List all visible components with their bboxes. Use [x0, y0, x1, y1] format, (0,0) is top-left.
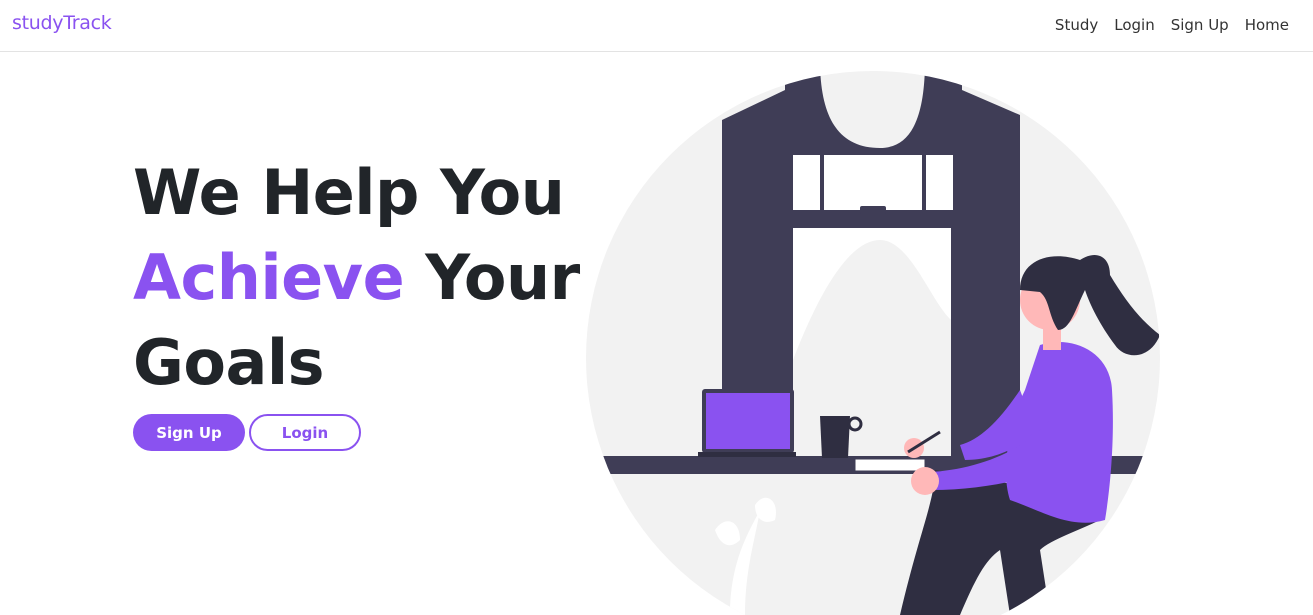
- window-latch: [860, 206, 886, 214]
- brand-logo[interactable]: studyTrack: [12, 12, 112, 34]
- window-upper-pane: [793, 155, 953, 210]
- woman-studying-illustration: [586, 71, 1160, 615]
- navbar: studyTrack Study Login Sign Up Home: [0, 0, 1313, 52]
- nav-link-home[interactable]: Home: [1245, 16, 1289, 34]
- mug-icon: [820, 416, 850, 458]
- hero-heading: We Help You Achieve Your Goals: [133, 150, 580, 405]
- login-button[interactable]: Login: [249, 414, 361, 451]
- paper: [854, 458, 926, 472]
- nav-links: Study Login Sign Up Home: [1055, 16, 1289, 34]
- nav-link-signup[interactable]: Sign Up: [1171, 16, 1229, 34]
- hero-line-2-rest: Your: [404, 241, 580, 314]
- hero-line-2: Achieve Your: [133, 235, 580, 320]
- hero-line-3: Goals: [133, 326, 324, 399]
- hero-line-1: We Help You: [133, 156, 565, 229]
- laptop-base: [698, 452, 796, 457]
- woman-hand: [911, 467, 939, 495]
- nav-link-study[interactable]: Study: [1055, 16, 1098, 34]
- hero-accent-word: Achieve: [133, 241, 405, 314]
- laptop-screen: [706, 393, 790, 449]
- hero-buttons: Sign Up Login: [133, 414, 361, 451]
- signup-button[interactable]: Sign Up: [133, 414, 245, 451]
- nav-link-login[interactable]: Login: [1114, 16, 1154, 34]
